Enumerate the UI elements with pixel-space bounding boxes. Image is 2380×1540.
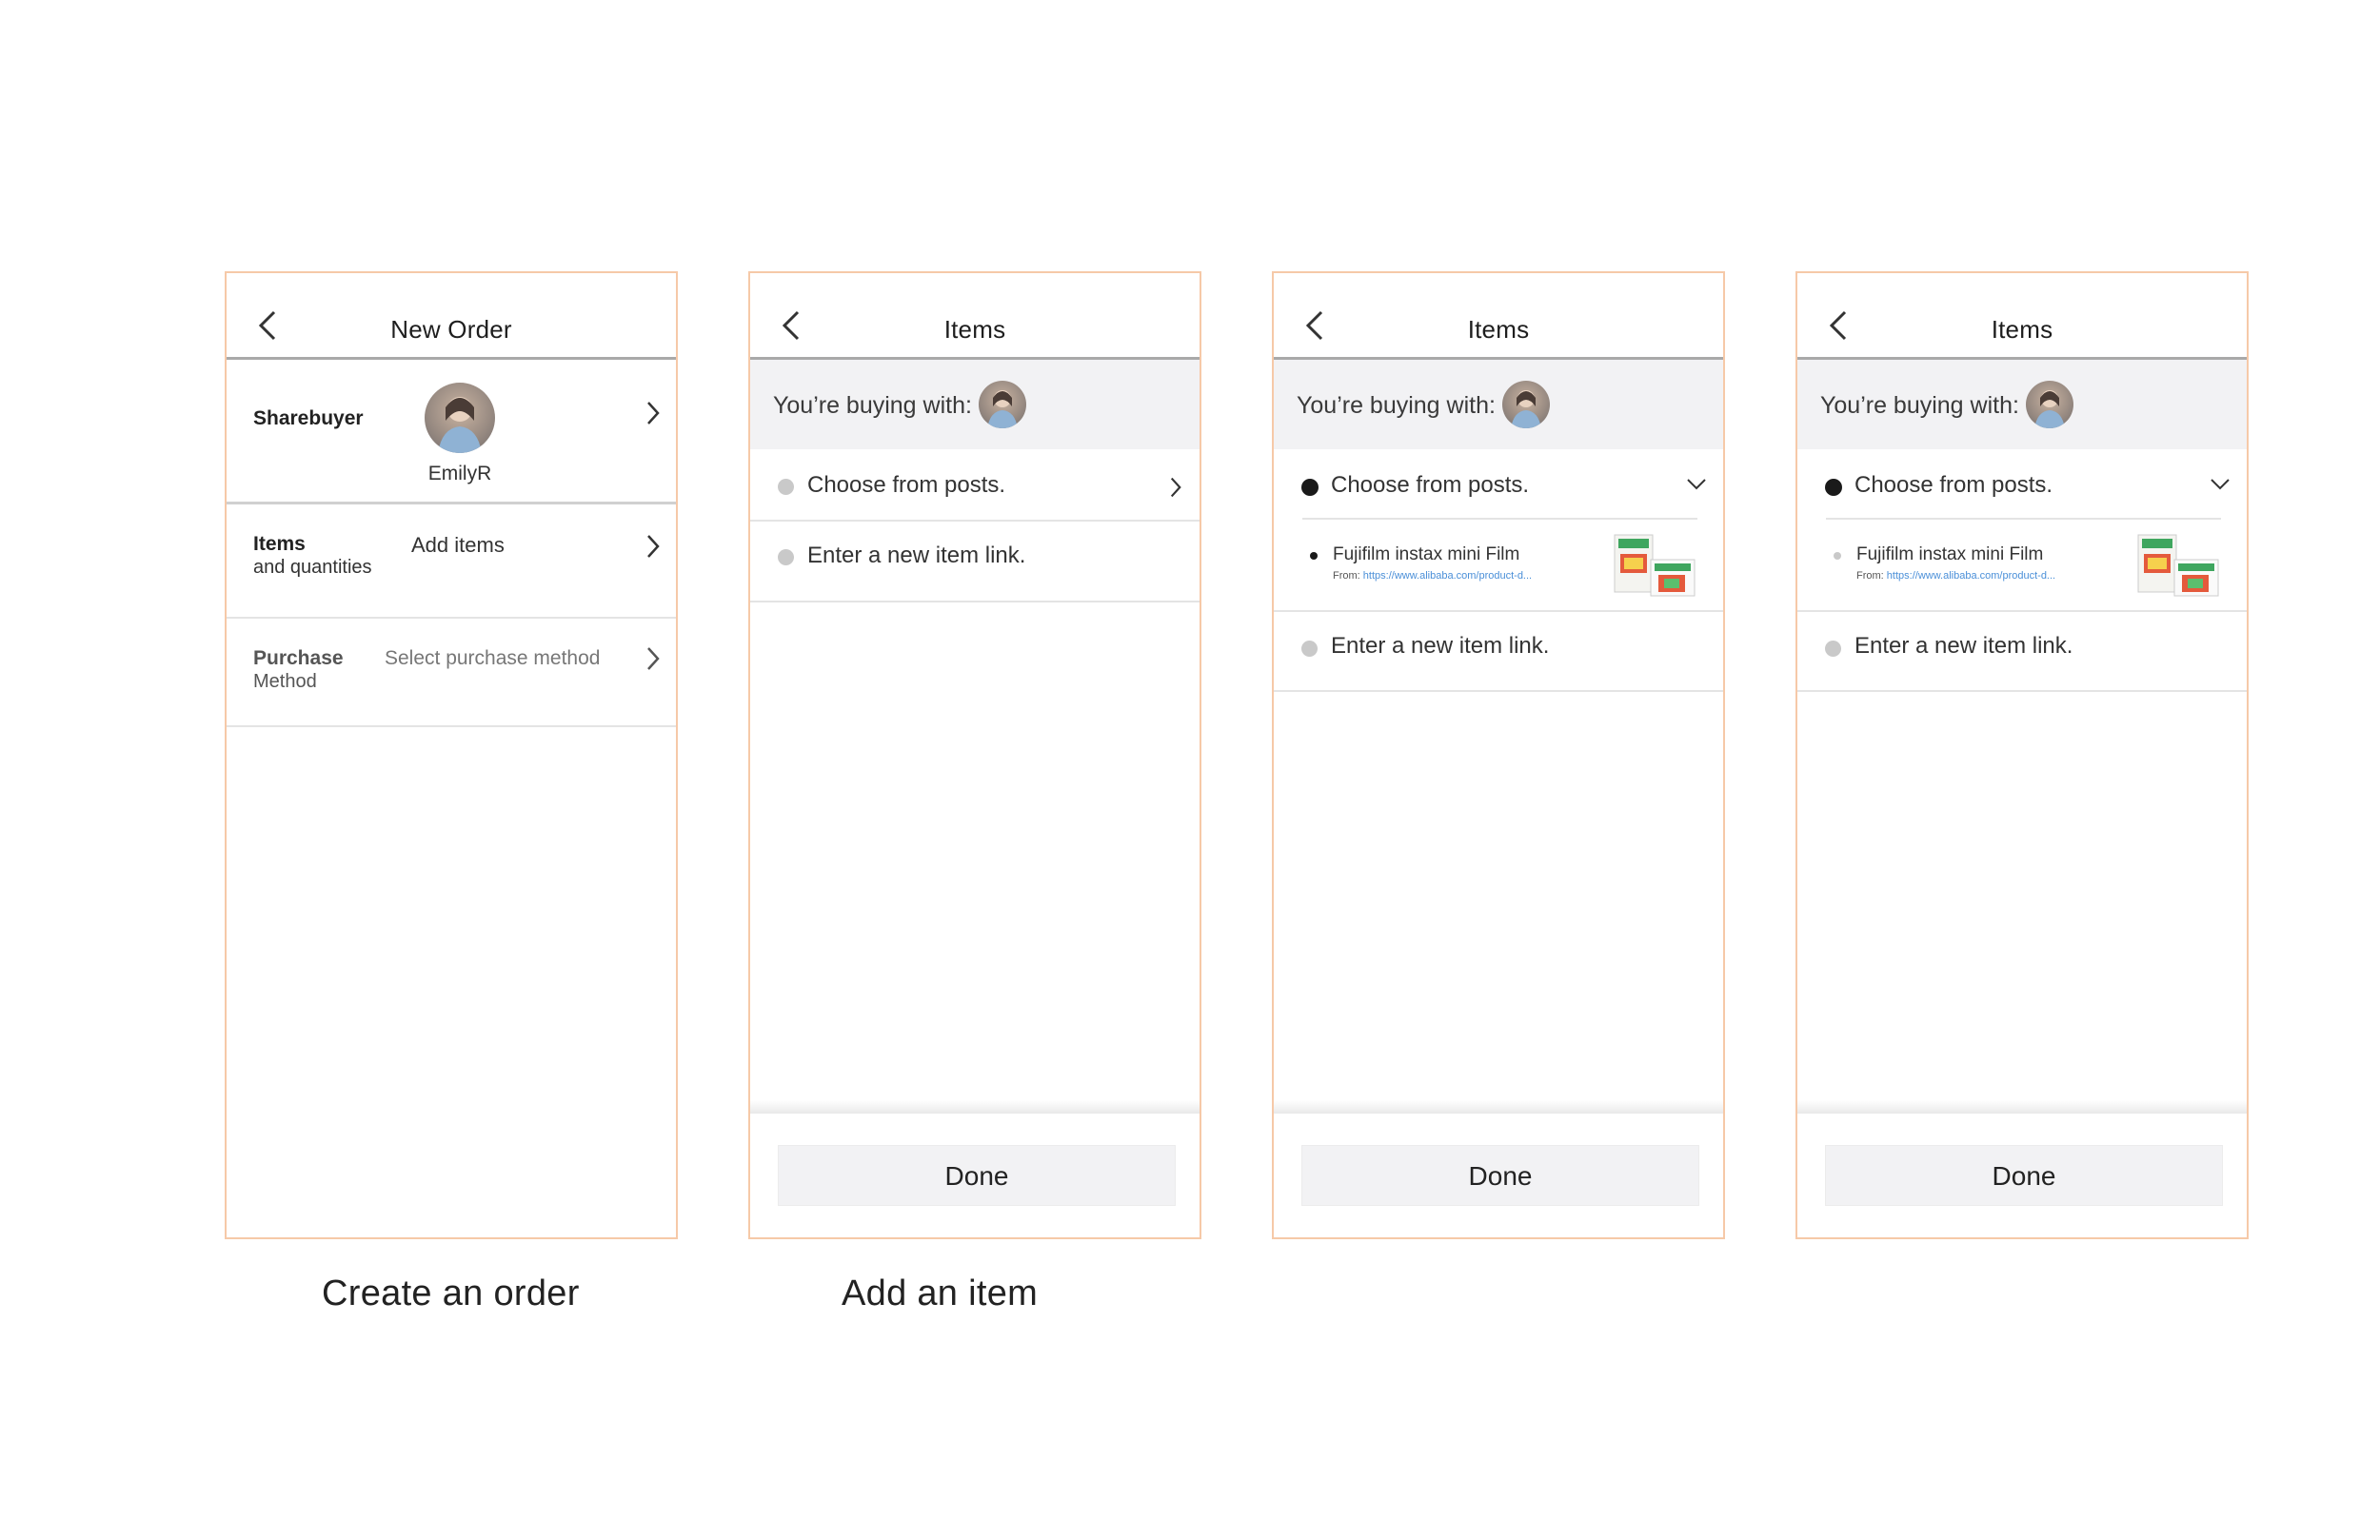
item-from-label: From: [1856, 570, 1884, 582]
done-button[interactable]: Done [1825, 1145, 2223, 1206]
option-choose-from-posts[interactable]: Choose from posts. [1274, 449, 1723, 518]
buying-with-banner: You’re buying with: [1797, 360, 2247, 449]
purchase-method-value[interactable]: Select purchase method [385, 647, 600, 670]
instax-film-thumbnail [2137, 534, 2219, 597]
screen-new-order: New Order Sharebuyer EmilyR Items and qu… [225, 271, 678, 1239]
option-posts-label: Choose from posts. [807, 472, 1006, 498]
divider [227, 725, 676, 727]
purchase-method-row[interactable]: Purchase Method Select purchase method [227, 619, 676, 725]
header: Items [750, 273, 1200, 360]
page-title: Items [943, 315, 1006, 344]
items-sub-label: and quantities [253, 557, 372, 578]
items-row[interactable]: Items and quantities Add items [227, 504, 676, 617]
sharebuyer-label: Sharebuyer [253, 407, 364, 429]
avatar [1502, 381, 1550, 428]
screen-items: Items You’re buying with: Choose from po… [748, 271, 1201, 1239]
buying-with-label: You’re buying with: [773, 392, 972, 419]
page-title: New Order [390, 315, 512, 344]
page-title: Items [1467, 315, 1530, 344]
item-from-label: From: [1333, 570, 1360, 582]
radio-dot[interactable] [1825, 641, 1841, 657]
item-source-link[interactable]: https://www.alibaba.com/product-d... [1887, 570, 2055, 582]
buying-with-banner: You’re buying with: [750, 360, 1200, 449]
option-posts-label: Choose from posts. [1331, 472, 1530, 498]
item-title: Fujifilm instax mini Film [1333, 544, 1520, 564]
radio-dot-selected[interactable] [1301, 479, 1319, 496]
radio-dot[interactable] [778, 549, 794, 565]
option-posts-label: Choose from posts. [1854, 472, 2053, 498]
instax-film-thumbnail [1614, 534, 1696, 597]
option-choose-from-posts[interactable]: Choose from posts. [750, 449, 1200, 520]
caption-add-item: Add an item [842, 1273, 1039, 1313]
post-item-row[interactable]: Fujifilm instax mini Film From: https://… [1274, 520, 1723, 610]
add-items-value[interactable]: Add items [411, 533, 505, 558]
done-button[interactable]: Done [778, 1145, 1176, 1206]
buying-with-banner: You’re buying with: [1274, 360, 1723, 449]
purchase-label: Purchase [253, 647, 344, 669]
header: New Order [227, 273, 676, 360]
sharebuyer-row[interactable]: Sharebuyer EmilyR [227, 360, 676, 502]
header: Items [1274, 273, 1723, 360]
chevron-right-icon[interactable] [1169, 476, 1182, 499]
chevron-down-icon[interactable] [1686, 478, 1707, 491]
chevron-down-icon[interactable] [2210, 478, 2231, 491]
chevron-right-icon[interactable] [645, 400, 661, 426]
option-enter-item-link[interactable]: Enter a new item link. [1274, 612, 1723, 690]
item-title: Fujifilm instax mini Film [1856, 544, 2044, 564]
divider [1797, 690, 2247, 692]
footer-shadow [1274, 1100, 1723, 1114]
footer-shadow [1797, 1100, 2247, 1114]
chevron-right-icon[interactable] [645, 645, 661, 672]
buying-with-label: You’re buying with: [1297, 392, 1496, 419]
screen-items-expanded-alt: Items You’re buying with: Choose from po… [1795, 271, 2249, 1239]
option-enter-item-link[interactable]: Enter a new item link. [1797, 612, 2247, 690]
option-link-label: Enter a new item link. [807, 543, 1026, 568]
option-enter-item-link[interactable]: Enter a new item link. [750, 522, 1200, 601]
divider [750, 601, 1200, 602]
items-label: Items [253, 533, 306, 555]
option-link-label: Enter a new item link. [1854, 633, 2073, 659]
item-source-link[interactable]: https://www.alibaba.com/product-d... [1363, 570, 1532, 582]
caption-create-order: Create an order [322, 1273, 580, 1313]
done-button[interactable]: Done [1301, 1145, 1699, 1206]
user-name: EmilyR [427, 463, 492, 484]
screen-items-expanded: Items You’re buying with: Choose from po… [1272, 271, 1725, 1239]
footer-shadow [750, 1100, 1200, 1114]
post-item-row[interactable]: Fujifilm instax mini Film From: https://… [1797, 520, 2247, 610]
item-bullet [1834, 552, 1841, 560]
radio-dot[interactable] [1301, 641, 1318, 657]
option-choose-from-posts[interactable]: Choose from posts. [1797, 449, 2247, 518]
radio-dot[interactable] [778, 479, 794, 495]
option-link-label: Enter a new item link. [1331, 633, 1550, 659]
header: Items [1797, 273, 2247, 360]
avatar [2026, 381, 2073, 428]
page-title: Items [1991, 315, 2053, 344]
buying-with-label: You’re buying with: [1820, 392, 2019, 419]
purchase-sub-label: Method [253, 671, 317, 692]
avatar[interactable] [425, 383, 495, 453]
item-source: From: https://www.alibaba.com/product-d.… [1333, 570, 1532, 582]
radio-dot-selected[interactable] [1825, 479, 1842, 496]
chevron-right-icon[interactable] [645, 533, 661, 560]
divider [1274, 690, 1723, 692]
avatar [979, 381, 1026, 428]
item-bullet [1310, 552, 1318, 560]
item-source: From: https://www.alibaba.com/product-d.… [1856, 570, 2055, 582]
